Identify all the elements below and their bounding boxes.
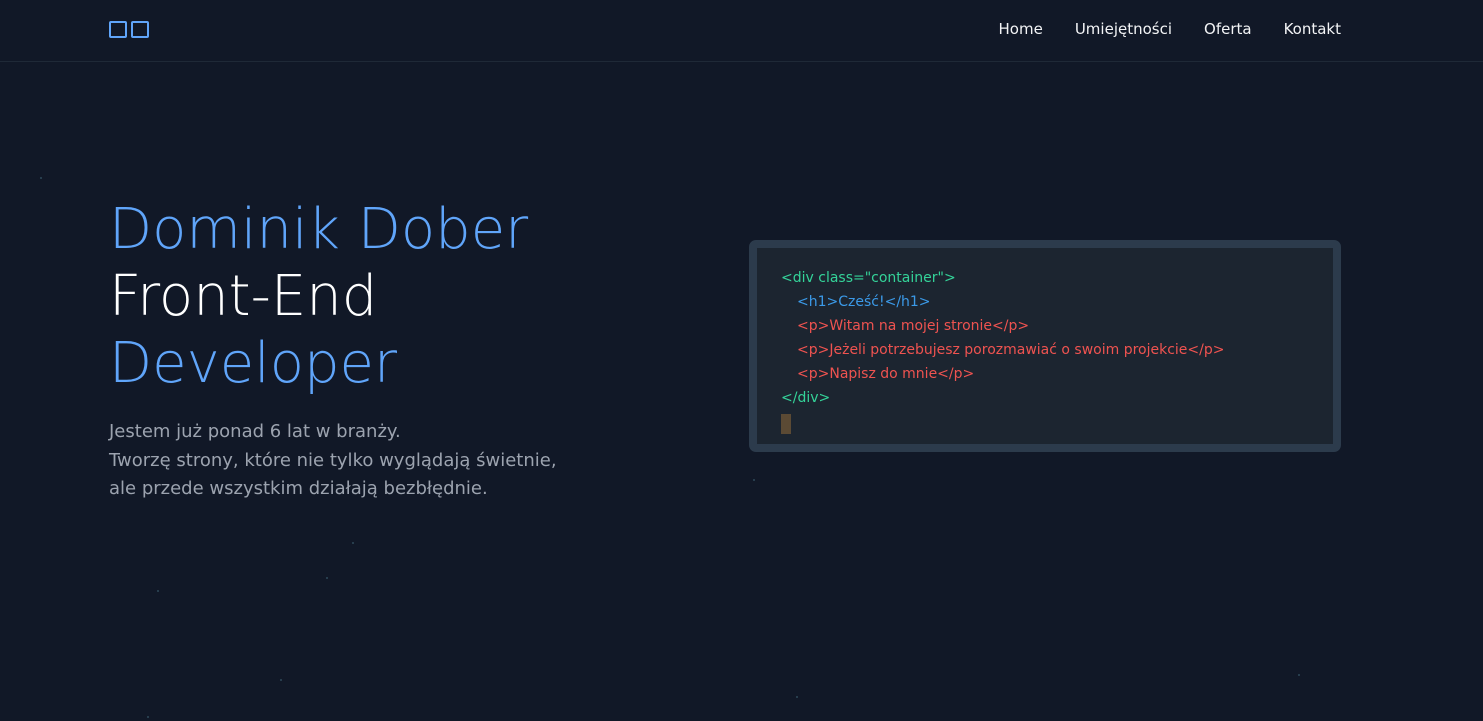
nav-contact-link[interactable]: Kontakt xyxy=(1284,19,1341,39)
nav-offer-link[interactable]: Oferta xyxy=(1204,19,1252,39)
code-line: </div> xyxy=(781,390,831,406)
hero-title: Dominik Dober Front-End Developer xyxy=(109,196,669,397)
background-star xyxy=(280,679,282,681)
page: Home Umiejętności Oferta Kontakt Dominik… xyxy=(0,0,1483,721)
background-star xyxy=(753,479,755,481)
code-line: <p>Witam na mojej stronie</p> xyxy=(797,318,1030,334)
logo-icon[interactable] xyxy=(109,21,149,40)
hero-description: Jestem już ponad 6 lat w branży. Tworzę … xyxy=(109,418,629,504)
nav-home-link[interactable]: Home xyxy=(999,19,1043,39)
logo-square-left xyxy=(109,21,127,38)
hero-role-line2: Developer xyxy=(109,331,398,396)
hero-description-line: Jestem już ponad 6 lat w branży. xyxy=(109,421,401,442)
background-star xyxy=(157,590,159,592)
background-star xyxy=(326,577,328,579)
text-cursor xyxy=(781,414,791,434)
background-star xyxy=(796,696,798,698)
hero-role-line1: Front-End xyxy=(109,264,378,329)
hero-description-line: Tworzę strony, które nie tylko wyglądają… xyxy=(109,449,557,471)
background-star xyxy=(1298,674,1300,676)
nav-skills-link[interactable]: Umiejętności xyxy=(1075,19,1172,39)
code-line: <p>Napisz do mnie</p> xyxy=(797,366,975,382)
code-line: <h1>Cześć!</h1> xyxy=(797,294,931,310)
background-star xyxy=(352,542,354,544)
code-line: <div class="container"> xyxy=(781,270,956,286)
background-star xyxy=(147,716,149,718)
hero-description-line: ale przede wszystkim działają bezbłędnie… xyxy=(109,478,488,499)
background-star xyxy=(40,177,42,179)
navbar: Home Umiejętności Oferta Kontakt xyxy=(0,0,1483,62)
main-nav: Home Umiejętności Oferta Kontakt xyxy=(999,19,1341,39)
logo-square-right xyxy=(131,21,149,38)
code-window: <div class="container"> <h1>Cześć!</h1> … xyxy=(749,240,1341,452)
hero-name: Dominik Dober xyxy=(109,197,529,262)
code-line: <p>Jeżeli potrzebujesz porozmawiać o swo… xyxy=(797,342,1225,358)
